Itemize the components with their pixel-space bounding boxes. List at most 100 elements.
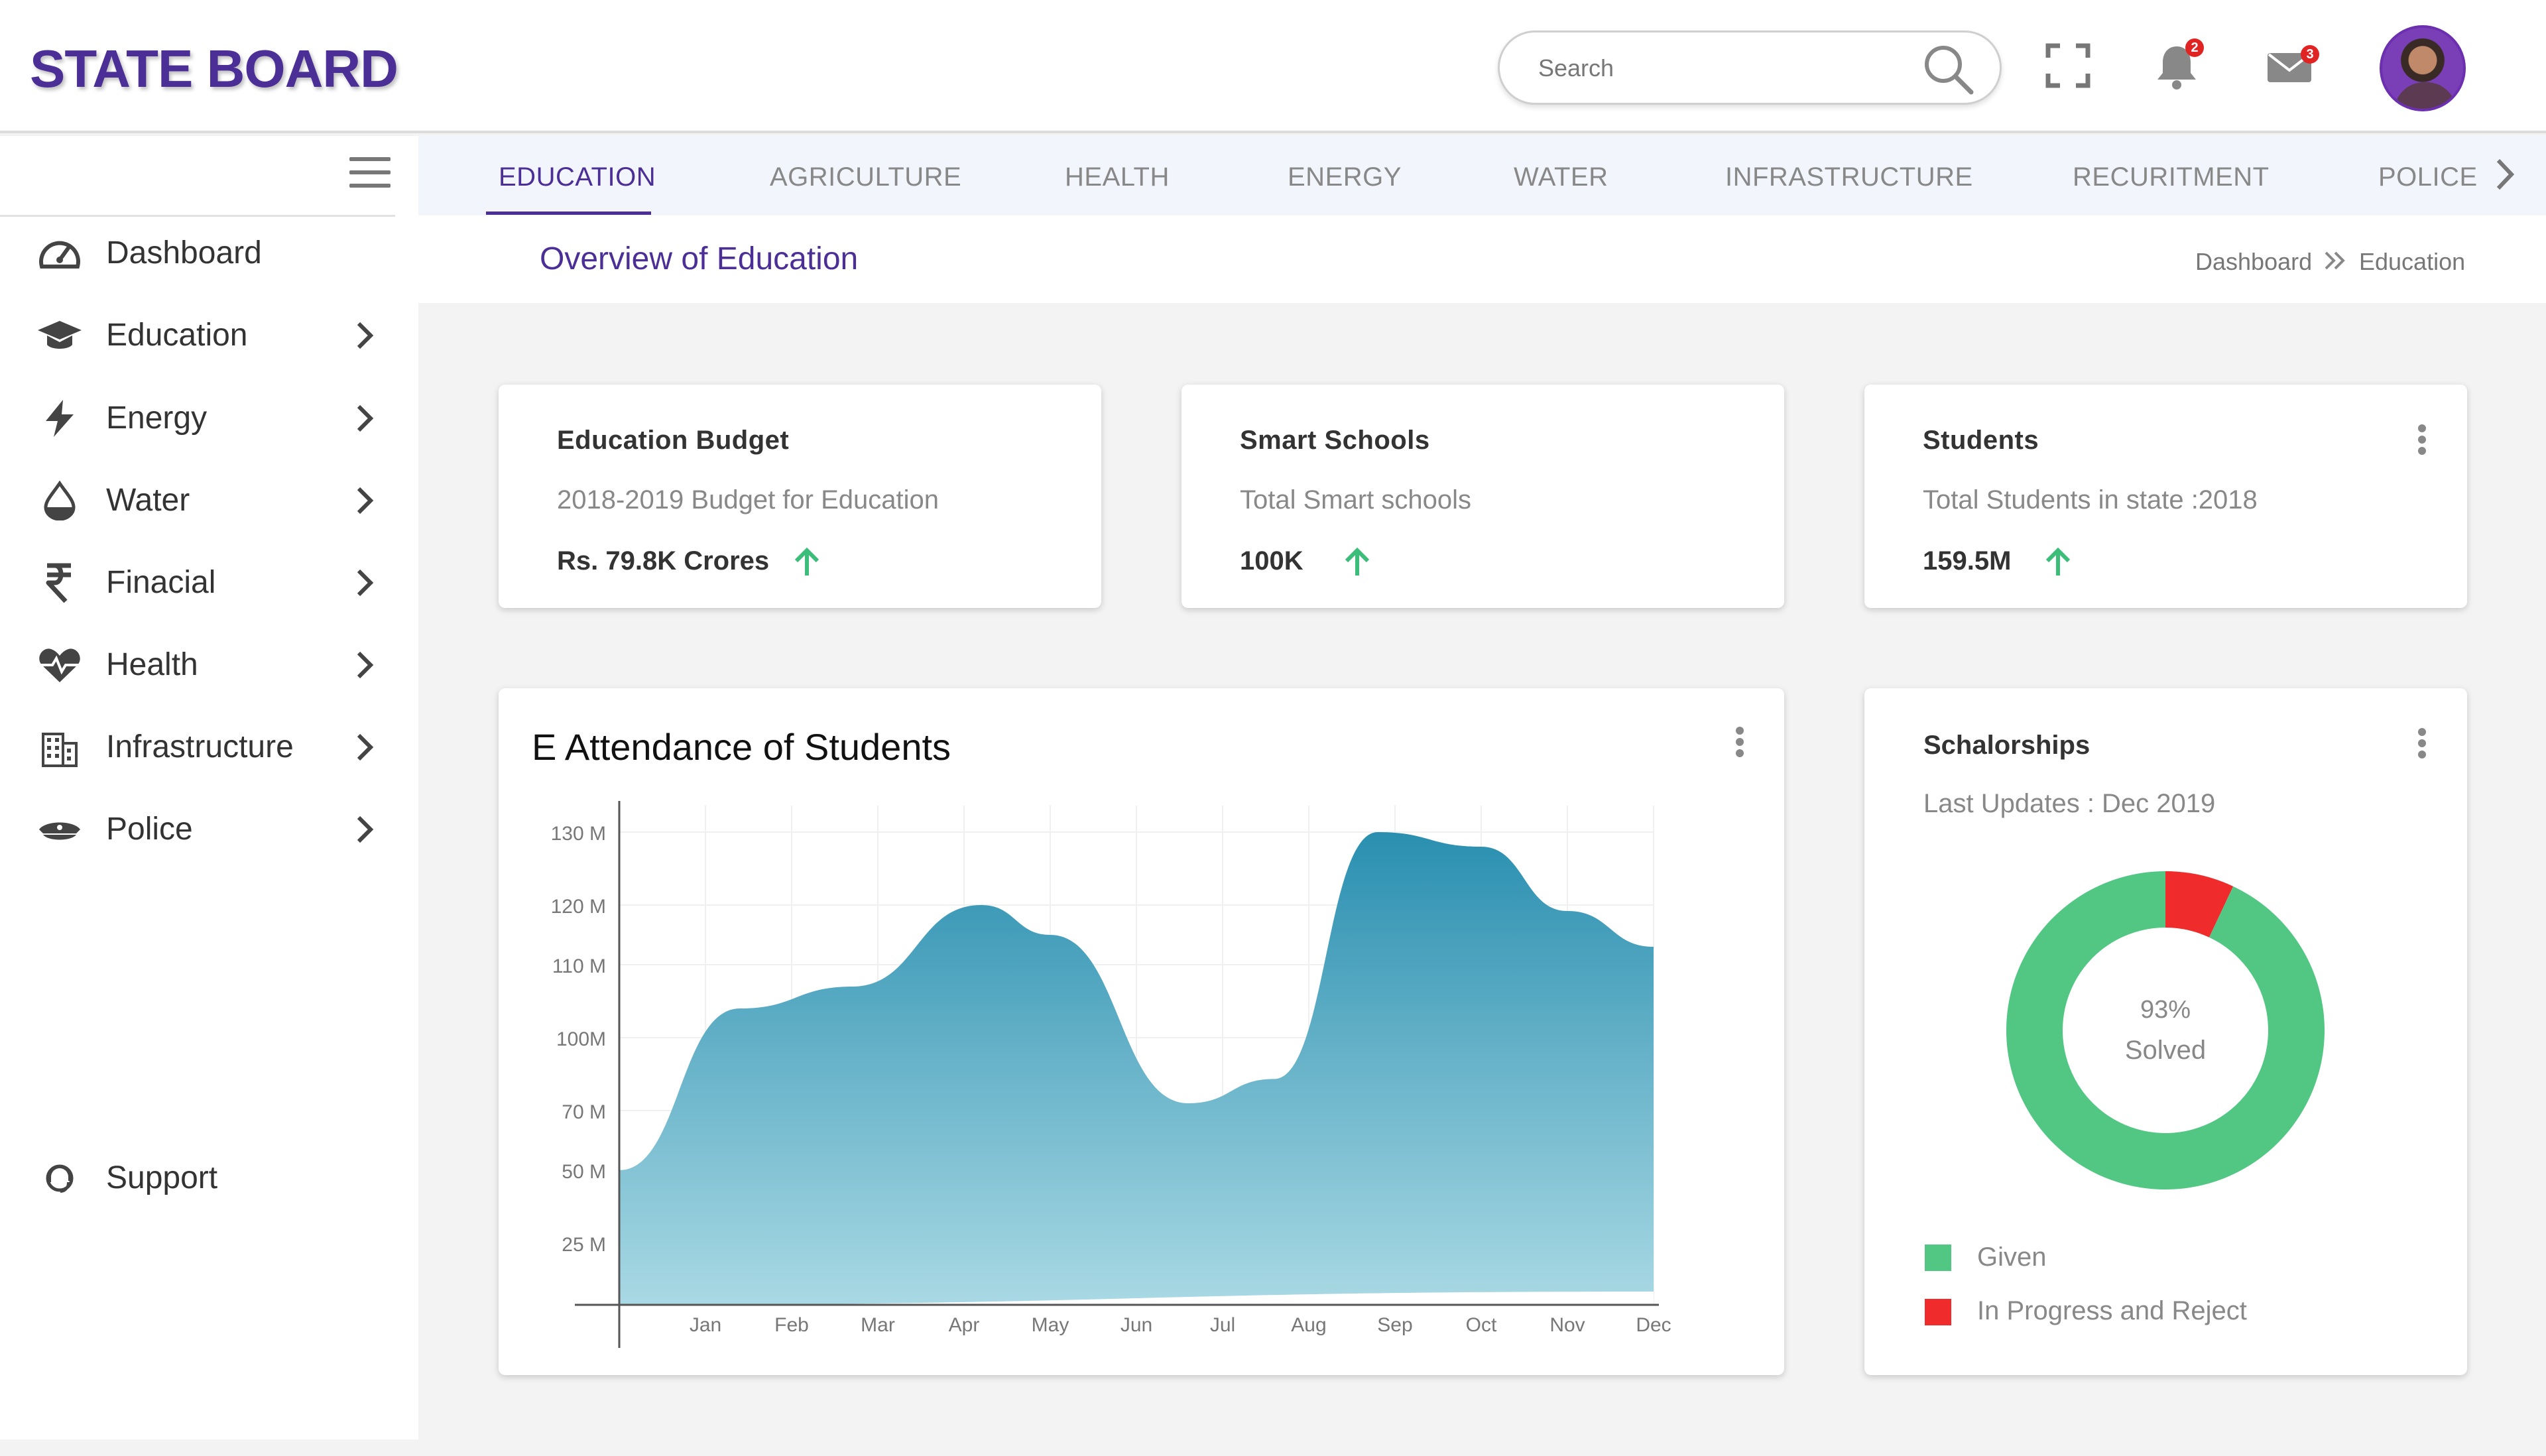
x-tick-label: Feb	[774, 1314, 809, 1336]
stat-title: Students	[1923, 426, 2039, 455]
search-icon[interactable]	[1921, 42, 1976, 97]
x-tick-label: Nov	[1549, 1314, 1585, 1336]
sidebar-item-education[interactable]: Education	[0, 301, 398, 367]
x-tick-label: Jan	[690, 1314, 721, 1336]
building-icon	[42, 733, 78, 767]
tab-infrastructure[interactable]: INFRASTRUCTURE	[1725, 162, 1973, 192]
trend-up-arrow-icon	[2045, 547, 2071, 576]
sidebar-item-label: Dashboard	[106, 235, 262, 271]
trend-up-arrow-icon	[794, 547, 819, 576]
sidebar-item-financial[interactable]: Finacial	[0, 548, 398, 615]
sidebar-item-label: Education	[106, 318, 248, 353]
lightning-icon	[46, 400, 74, 437]
donut-slice-given	[2006, 871, 2325, 1189]
y-tick-label: 50 M	[562, 1161, 606, 1183]
tabs-next-chevron-icon[interactable]	[2493, 158, 2516, 191]
graduation-cap-icon	[38, 321, 82, 349]
chevron-right-icon	[357, 569, 374, 597]
app-logo[interactable]: STATE BOARD	[30, 38, 398, 99]
sidebar-item-infrastructure[interactable]: Infrastructure	[0, 713, 398, 779]
x-tick-label: Oct	[1466, 1314, 1497, 1336]
chevron-right-icon	[357, 322, 374, 349]
legend-swatch-given	[1925, 1244, 1951, 1271]
tab-water[interactable]: WATER	[1514, 162, 1608, 192]
breadcrumb-dashboard[interactable]: Dashboard	[2195, 248, 2312, 276]
stat-value: Rs. 79.8K Crores	[557, 546, 770, 576]
message-count-badge: 3	[2301, 45, 2319, 64]
donut-center-value: 93%	[2140, 996, 2191, 1024]
stat-subtitle: 2018-2019 Budget for Education	[557, 485, 939, 515]
search-input[interactable]	[1537, 50, 1908, 87]
x-tick-label: Mar	[861, 1314, 895, 1336]
sidebar-item-label: Support	[106, 1160, 218, 1195]
chevron-right-icon	[357, 404, 374, 432]
sidebar-item-water[interactable]: Water	[0, 466, 398, 532]
stat-subtitle: Total Students in state :2018	[1923, 485, 2258, 515]
sidebar-item-energy[interactable]: Energy	[0, 384, 398, 450]
sidebar-item-label: Infrastructure	[106, 729, 294, 764]
fullscreen-icon[interactable]	[2045, 43, 2091, 88]
stat-title: Smart Schools	[1240, 426, 1430, 455]
stat-value: 159.5M	[1923, 546, 2012, 576]
stat-title: Education Budget	[557, 426, 790, 455]
top-header: STATE BOARD 2 3	[0, 0, 2546, 133]
tab-police[interactable]: POLICE	[2378, 162, 2478, 192]
chevron-right-icon	[357, 651, 374, 679]
trend-up-arrow-icon	[1345, 547, 1370, 576]
stat-card-budget: Education Budget 2018-2019 Budget for Ed…	[499, 385, 1101, 608]
notification-count-badge: 2	[2185, 38, 2204, 57]
breadcrumb-separator-icon	[2325, 251, 2345, 270]
active-tab-indicator	[486, 212, 651, 215]
notifications-button[interactable]: 2	[2153, 38, 2204, 91]
sidebar-item-label: Water	[106, 483, 190, 518]
water-drop-icon	[44, 481, 76, 520]
x-tick-label: Sep	[1377, 1314, 1412, 1336]
x-tick-label: May	[1032, 1314, 1069, 1336]
search-box[interactable]	[1498, 30, 2002, 105]
user-avatar[interactable]	[2380, 25, 2466, 111]
x-tick-label: Jun	[1121, 1314, 1152, 1336]
speedometer-icon	[39, 241, 80, 269]
stat-subtitle: Total Smart schools	[1240, 485, 1472, 515]
breadcrumb-education: Education	[2359, 248, 2466, 275]
sidebar-item-dashboard[interactable]: Dashboard	[0, 219, 398, 285]
y-tick-label: 110 M	[552, 955, 606, 977]
sidebar-item-support[interactable]: Support	[0, 1144, 398, 1210]
chevron-right-icon	[357, 816, 374, 843]
y-tick-label: 70 M	[562, 1101, 606, 1123]
attendance-area-chart: 25 M 50 M 70 M 100M 110 M 120 M 130 M Jan Feb Mar…	[551, 801, 1671, 1348]
scholarships-title: Schalorships	[1923, 731, 2091, 760]
more-options-icon[interactable]	[2418, 728, 2427, 758]
avatar-shirt	[2394, 82, 2456, 109]
sidebar-item-label: Health	[106, 647, 198, 682]
hamburger-menu-icon[interactable]	[349, 157, 391, 189]
scholarships-subtitle: Last Updates : Dec 2019	[1923, 789, 2216, 818]
legend-swatch-in-progress	[1925, 1299, 1951, 1325]
legend-label-given: Given	[1977, 1243, 2047, 1272]
donut-center-label: Solved	[2124, 1036, 2207, 1065]
more-options-icon[interactable]	[2418, 424, 2427, 455]
sidebar-item-police[interactable]: Police	[0, 795, 398, 861]
sidebar-item-label: Energy	[106, 400, 208, 436]
heartbeat-icon	[39, 648, 80, 682]
tab-agriculture[interactable]: AGRICULTURE	[770, 162, 961, 192]
stat-card-smart-schools: Smart Schools Total Smart schools 100K	[1182, 385, 1784, 608]
sidebar-item-health[interactable]: Health	[0, 631, 398, 697]
tab-energy[interactable]: ENERGY	[1288, 162, 1402, 192]
rupee-icon	[46, 563, 71, 603]
y-tick-label: 130 M	[551, 823, 606, 845]
tab-education[interactable]: EDUCATION	[499, 162, 656, 192]
page-title: Overview of Education	[540, 241, 859, 276]
y-tick-label: 120 M	[551, 896, 606, 918]
sidebar: Dashboard Education Energy Water Finacia…	[0, 136, 418, 1439]
y-tick-label: 25 M	[562, 1234, 606, 1256]
x-tick-label: Jul	[1210, 1314, 1235, 1336]
stat-value: 100K	[1240, 546, 1303, 576]
legend-label-in-progress: In Progress and Reject	[1977, 1296, 2247, 1325]
attendance-chart-card: E Attendance of Students 25 M 50 M 70 M 100…	[499, 688, 1784, 1375]
support-agent-icon	[46, 1164, 74, 1193]
tab-recruitment[interactable]: RECURITMENT	[2073, 162, 2270, 192]
tab-health[interactable]: HEALTH	[1065, 162, 1170, 192]
messages-button[interactable]: 3	[2266, 45, 2319, 86]
x-tick-label: Dec	[1636, 1314, 1671, 1336]
